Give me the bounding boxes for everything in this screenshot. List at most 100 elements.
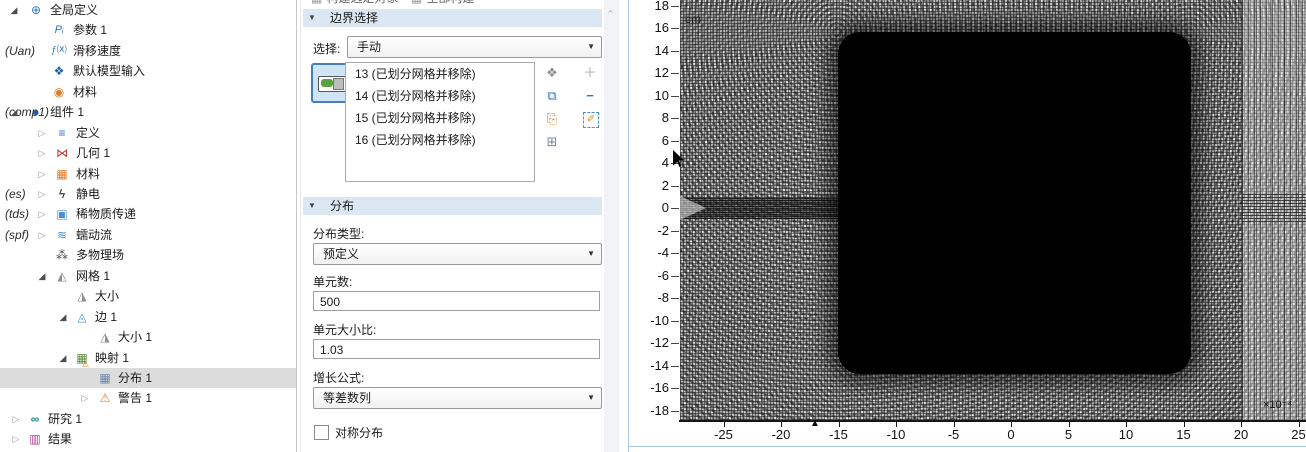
build-selected-button[interactable]: ▦构建选定对象 — [311, 0, 398, 6]
x-tick-label: -25 — [714, 427, 733, 442]
tree-item-component-1[interactable]: ◢ ● 组件 1 (comp1) — [0, 102, 296, 122]
create-selection-icon[interactable]: ❖ — [543, 64, 561, 82]
tree-item-mapped-1[interactable]: ◢ ▦ ⚠ 映射 1 — [0, 348, 296, 369]
tree-item-label: 研究 1 — [48, 412, 83, 426]
tree-item-electrostatics[interactable]: ▷ ϟ 静电 (es) — [0, 184, 296, 204]
expand-arrow-icon[interactable]: ◢ — [57, 348, 69, 368]
tree-item-edge-1[interactable]: ◢ ◬ 边 1 — [0, 307, 296, 327]
element-ratio-input[interactable]: 1.03 — [313, 339, 600, 359]
y-tick-label: -16 — [650, 380, 669, 395]
element-ratio-value: 1.03 — [320, 343, 344, 357]
distribution-type-dropdown[interactable]: 预定义 ▼ — [313, 243, 602, 265]
tree-item-results[interactable]: ▷ ▥ 结果 — [0, 429, 296, 449]
model-builder-tree: ◢ ⊕ 全局定义 Pᵢ 参数 1 ƒ⒳ 滑移速度 (Uan) ❖ 默认模型输入 … — [0, 0, 296, 452]
tree-item-tag: (spf) — [5, 228, 29, 242]
expand-arrow-icon[interactable]: ▷ — [10, 429, 22, 449]
list-item[interactable]: 16 (已划分网格并移除) — [346, 129, 534, 151]
selection-mode-label: 选择: — [313, 42, 341, 56]
multiphysics-icon: ⁂ — [56, 248, 68, 262]
expand-arrow-icon[interactable]: ▷ — [36, 225, 48, 245]
tree-item-transport-diluted-species[interactable]: ▷ ▣ 稀物质传递 (tds) — [0, 204, 296, 224]
tree-item-distribution-1[interactable]: ▦ 分布 1 — [0, 368, 296, 388]
y-tick-mark — [671, 140, 679, 142]
tree-item-creeping-flow[interactable]: ▷ ≋ 蠕动流 (spf) — [0, 225, 296, 245]
axis-unit-label: cm — [685, 12, 701, 26]
expand-arrow-icon[interactable]: ◢ — [36, 266, 48, 286]
tree-item-label: 分布 1 — [118, 371, 153, 385]
expand-arrow-icon[interactable]: ▷ — [36, 204, 48, 224]
tree-item-default-model-inputs[interactable]: ❖ 默认模型输入 — [0, 61, 296, 81]
tree-item-label: 几何 1 — [76, 146, 111, 160]
boundary-selection-list[interactable]: 13 (已划分网格并移除) 14 (已划分网格并移除) 15 (已划分网格并移除… — [345, 62, 535, 182]
build-selected-icon: ▦ — [311, 0, 322, 5]
materials-icon: ▦ — [56, 167, 68, 181]
selection-mode-value: 手动 — [357, 40, 382, 54]
tree-item-mesh-1[interactable]: ◢ ◭ 网格 1 — [0, 266, 296, 286]
clear-selection-icon[interactable]: ✐ — [583, 112, 599, 128]
list-item[interactable]: 15 (已划分网格并移除) — [346, 107, 534, 129]
tree-item-parameters-1[interactable]: Pᵢ 参数 1 — [0, 20, 296, 40]
remove-from-selection-icon[interactable]: − — [581, 87, 599, 105]
comsol-window: ◢ ⊕ 全局定义 Pᵢ 参数 1 ƒ⒳ 滑移速度 (Uan) ❖ 默认模型输入 … — [0, 0, 1306, 452]
tree-item-multiphysics[interactable]: ⁂ 多物理场 — [0, 245, 296, 265]
tree-item-size[interactable]: ◮ 大小 — [0, 286, 296, 306]
tree-item-tag: (es) — [5, 187, 26, 201]
zoom-to-selection-icon[interactable]: ⊞ — [543, 133, 561, 151]
expand-arrow-icon[interactable]: ▷ — [36, 184, 48, 204]
x-axis-line — [679, 420, 1306, 422]
y-tick-label: -14 — [650, 357, 669, 373]
y-tick-label: 6 — [661, 132, 669, 148]
element-ratio-label: 单元大小比: — [313, 323, 377, 337]
x-tick-label: 20 — [1233, 427, 1249, 442]
paste-icon[interactable]: ⎘ — [543, 110, 561, 128]
tree-item-study-1[interactable]: ▷ ∞ 研究 1 — [0, 409, 296, 429]
symmetric-distribution-checkbox[interactable] — [314, 425, 329, 440]
tree-item-global-definitions[interactable]: ◢ ⊕ 全局定义 — [0, 0, 296, 20]
distribution-type-value: 预定义 — [323, 247, 360, 261]
list-item[interactable]: 13 (已划分网格并移除) — [346, 63, 534, 85]
build-all-button[interactable]: ▦全部构建 — [411, 0, 474, 6]
expand-arrow-icon[interactable]: ▷ — [79, 388, 91, 408]
tree-item-definitions[interactable]: ▷ ≡ 定义 — [0, 123, 296, 143]
boundary-selection-header[interactable]: ▼ 边界选择 — [303, 9, 602, 27]
section-collapse-icon[interactable]: ▼ — [308, 9, 316, 27]
selection-mode-dropdown[interactable]: 手动 ▼ — [347, 36, 602, 58]
distribution-header[interactable]: ▼ 分布 — [303, 197, 602, 215]
expand-arrow-icon[interactable]: ◢ — [8, 102, 20, 122]
distribution-type-label: 分布类型: — [313, 227, 365, 241]
y-tick-mark — [671, 73, 679, 74]
tree-item-size-1[interactable]: ◮ 大小 1 — [0, 327, 296, 347]
mapped-mesh-icon: ▦ ⚠ — [74, 348, 90, 369]
growth-formula-dropdown[interactable]: 等差数列 ▼ — [313, 387, 602, 409]
element-count-input[interactable]: 500 — [313, 291, 600, 311]
copy-icon[interactable]: ⧉ — [543, 87, 561, 105]
component-icon: ● — [32, 105, 40, 119]
expand-arrow-icon[interactable]: ▷ — [36, 164, 48, 184]
symmetric-distribution-label: 对称分布 — [335, 426, 384, 440]
expand-arrow-icon[interactable]: ◢ — [57, 307, 69, 327]
expand-arrow-icon[interactable]: ▷ — [36, 143, 48, 163]
section-collapse-icon[interactable]: ▼ — [308, 197, 316, 215]
settings-toolbar-clipped: ▦构建选定对象 ▦全部构建 — [303, 0, 603, 8]
tree-item-materials[interactable]: ▷ ▦ 材料 — [0, 164, 296, 184]
tree-item-label: 材料 — [76, 167, 101, 181]
tree-item-materials-global[interactable]: ◉ 材料 — [0, 82, 296, 102]
tree-item-geometry-1[interactable]: ▷ ⋈ 几何 1 — [0, 143, 296, 163]
tree-item-label: 大小 1 — [118, 330, 153, 344]
expand-arrow-icon[interactable]: ◢ — [8, 0, 20, 20]
list-item[interactable]: 14 (已划分网格并移除) — [346, 85, 534, 107]
expand-arrow-icon[interactable]: ▷ — [36, 123, 48, 143]
mesh-horizontal-band-right — [1242, 192, 1306, 222]
x-tick-mark — [838, 420, 840, 427]
y-tick-mark — [671, 5, 679, 7]
geometry-icon: ⋈ — [56, 146, 68, 160]
tree-item-warning-1[interactable]: ▷ ⚠ 警告 1 — [0, 388, 296, 408]
add-to-selection-icon[interactable]: ＋ — [581, 64, 599, 82]
expand-arrow-icon[interactable]: ▷ — [10, 409, 22, 429]
panel-divider[interactable] — [296, 0, 297, 452]
settings-scrollbar[interactable] — [604, 0, 619, 452]
scroll-up-icon[interactable]: ⌃ — [606, 8, 615, 21]
tree-item-slip-velocity[interactable]: ƒ⒳ 滑移速度 (Uan) — [0, 41, 296, 61]
y-tick-label: 10 — [654, 87, 669, 103]
y-tick-label: -6 — [657, 267, 669, 283]
